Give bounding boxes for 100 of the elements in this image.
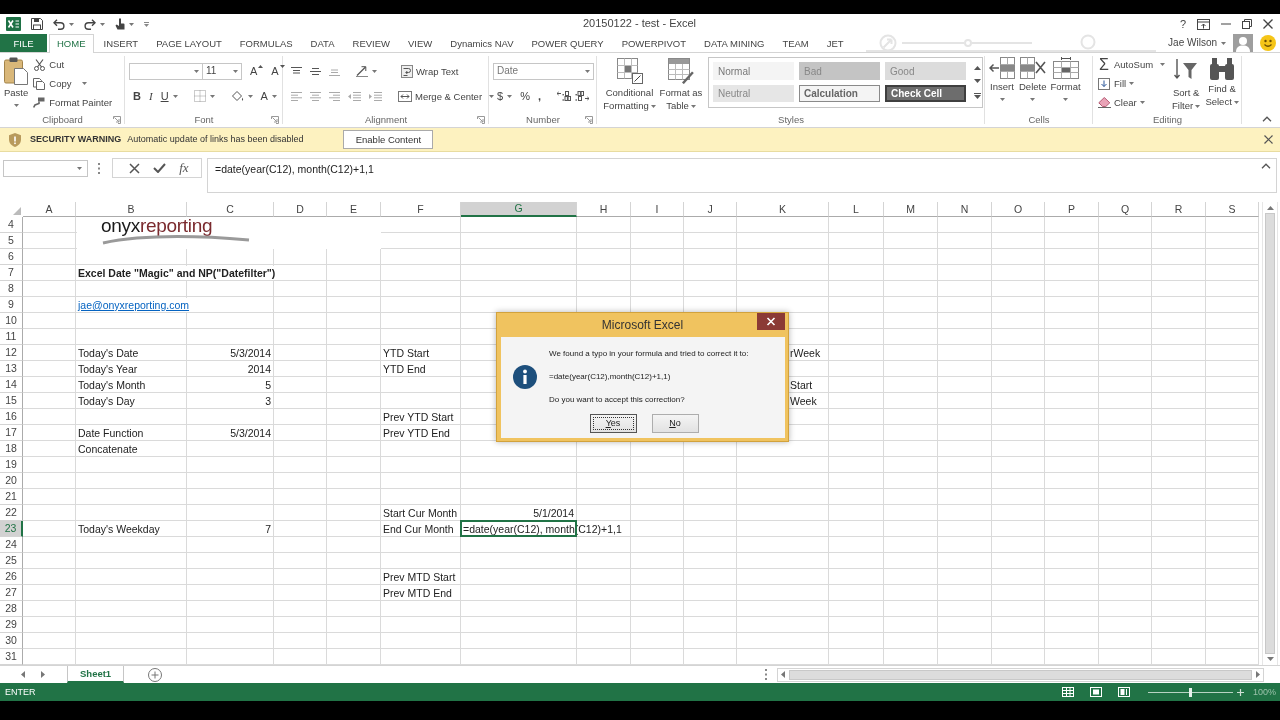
ribbon-tab[interactable]: REVIEW	[344, 34, 399, 52]
caret-icon[interactable]	[372, 69, 377, 73]
column-header[interactable]: B	[76, 202, 187, 217]
column-header[interactable]: Q	[1099, 202, 1152, 217]
caret-icon[interactable]	[247, 94, 253, 98]
more-icon[interactable]	[973, 93, 981, 100]
row-header[interactable]: 13	[0, 361, 23, 377]
row-header[interactable]: 10	[0, 313, 23, 329]
row-header[interactable]: 19	[0, 457, 23, 473]
align-top-icon[interactable]	[291, 66, 302, 76]
ribbon-tab[interactable]: JET	[818, 34, 852, 52]
clear-button[interactable]: Clear	[1097, 93, 1166, 112]
row-header[interactable]: 31	[0, 649, 23, 665]
close-icon[interactable]	[1264, 135, 1273, 144]
chevron-up-icon[interactable]	[1261, 163, 1271, 169]
column-header[interactable]: M	[884, 202, 938, 217]
redo-icon[interactable]	[84, 18, 96, 30]
right-arrow-icon[interactable]	[41, 671, 45, 678]
save-icon[interactable]	[31, 18, 43, 30]
align-middle-icon[interactable]	[310, 66, 321, 76]
column-header[interactable]: C	[187, 202, 274, 217]
row-header[interactable]: 11	[0, 329, 23, 345]
caret-icon[interactable]	[100, 22, 105, 26]
percent-button[interactable]: %	[520, 90, 530, 102]
column-header[interactable]: J	[684, 202, 737, 217]
file-tab[interactable]: FILE	[0, 34, 47, 52]
avatar-icon[interactable]	[1233, 34, 1253, 52]
account-menu[interactable]: Jae Wilson	[1168, 37, 1226, 49]
row-header[interactable]: 21	[0, 489, 23, 505]
help-button[interactable]: ?	[1179, 18, 1186, 30]
ribbon-tab[interactable]: DATA MINING	[696, 34, 773, 52]
caret-icon[interactable]	[129, 22, 134, 26]
align-center-icon[interactable]	[310, 91, 321, 101]
insert-button[interactable]: Insert	[989, 53, 1015, 111]
increase-indent-icon[interactable]	[369, 91, 382, 101]
row-header[interactable]: 20	[0, 473, 23, 489]
down-arrow-icon[interactable]	[1266, 657, 1274, 661]
ribbon-tab[interactable]: POWERPIVOT	[613, 34, 695, 52]
cell-style-option[interactable]: Check Cell	[885, 85, 966, 102]
decrease-decimal-icon[interactable]	[574, 91, 589, 101]
row-header[interactable]: 29	[0, 617, 23, 633]
paint-bucket-icon[interactable]	[230, 90, 244, 102]
dialog-button[interactable]: No	[651, 414, 699, 433]
row-header[interactable]: 14	[0, 377, 23, 393]
undo-icon[interactable]	[53, 18, 65, 30]
row-header[interactable]: 23	[0, 521, 23, 537]
column-header[interactable]: O	[992, 202, 1045, 217]
caret-icon[interactable]	[69, 22, 74, 26]
formula-field[interactable]: =date(year(C12), month(C12)+1,1	[207, 158, 1277, 193]
grid-view-icon[interactable]	[1061, 687, 1074, 697]
hand-icon[interactable]	[115, 18, 125, 30]
comma-button[interactable]: ,	[537, 90, 541, 102]
scroll-down-icon[interactable]	[973, 79, 981, 84]
column-header[interactable]: R	[1152, 202, 1206, 217]
currency-button[interactable]: $	[497, 90, 513, 102]
restore-icon[interactable]	[1242, 19, 1252, 29]
diagonal-arrow-icon[interactable]	[356, 65, 368, 77]
column-header[interactable]: D	[274, 202, 327, 217]
slider-thumb[interactable]	[1189, 687, 1193, 697]
up-arrow-icon[interactable]	[1266, 206, 1274, 210]
page-layout-icon[interactable]	[1089, 687, 1102, 697]
copy-button[interactable]: Copy	[32, 74, 113, 93]
row-header[interactable]: 28	[0, 601, 23, 617]
font-name-field[interactable]	[129, 62, 203, 80]
row-header[interactable]: 26	[0, 569, 23, 585]
row-header[interactable]: 4	[0, 217, 23, 233]
merge-center-button[interactable]: Merge & Center	[398, 90, 495, 102]
sort-filter-button[interactable]: Sort & Filter	[1169, 53, 1204, 112]
ribbon-display-icon[interactable]	[1197, 18, 1210, 30]
paste-button[interactable]: Paste	[4, 53, 29, 111]
row-header[interactable]: 8	[0, 281, 23, 297]
column-header[interactable]: K	[737, 202, 829, 217]
enable-content-button[interactable]: Enable Content	[343, 130, 434, 149]
row-header[interactable]: 22	[0, 505, 23, 521]
x-mark-icon[interactable]	[129, 162, 141, 174]
scroll-thumb[interactable]	[789, 669, 1252, 680]
column-header[interactable]: L	[829, 202, 884, 217]
column-header[interactable]: F	[381, 202, 461, 217]
ribbon-tab[interactable]: PAGE LAYOUT	[148, 34, 230, 52]
customize-icon[interactable]	[144, 21, 149, 27]
name-box-field[interactable]	[3, 160, 88, 177]
increase-decimal-icon[interactable]	[556, 91, 571, 101]
row-header[interactable]: 7	[0, 265, 23, 281]
insert-function-button[interactable]: fx	[179, 161, 189, 175]
grow-font-button[interactable]: A	[250, 65, 264, 77]
row-header[interactable]: 16	[0, 409, 23, 425]
cell-style-option[interactable]: Calculation	[799, 85, 880, 102]
column-header[interactable]: A	[23, 202, 76, 217]
decrease-indent-icon[interactable]	[348, 91, 361, 101]
column-header[interactable]: N	[938, 202, 992, 217]
spreadsheet-app-icon[interactable]	[6, 17, 21, 31]
scroll-up-icon[interactable]	[973, 65, 981, 70]
zoom-in-icon[interactable]	[1236, 688, 1244, 696]
vertical-scrollbar[interactable]	[1262, 202, 1278, 665]
row-header[interactable]: 27	[0, 585, 23, 601]
column-header[interactable]: G	[461, 202, 577, 217]
dialog-launcher-icon[interactable]	[113, 116, 121, 124]
ribbon-tab[interactable]: VIEW	[400, 34, 441, 52]
collapse-icon[interactable]	[1262, 116, 1272, 122]
checkmark-icon[interactable]	[153, 163, 167, 173]
